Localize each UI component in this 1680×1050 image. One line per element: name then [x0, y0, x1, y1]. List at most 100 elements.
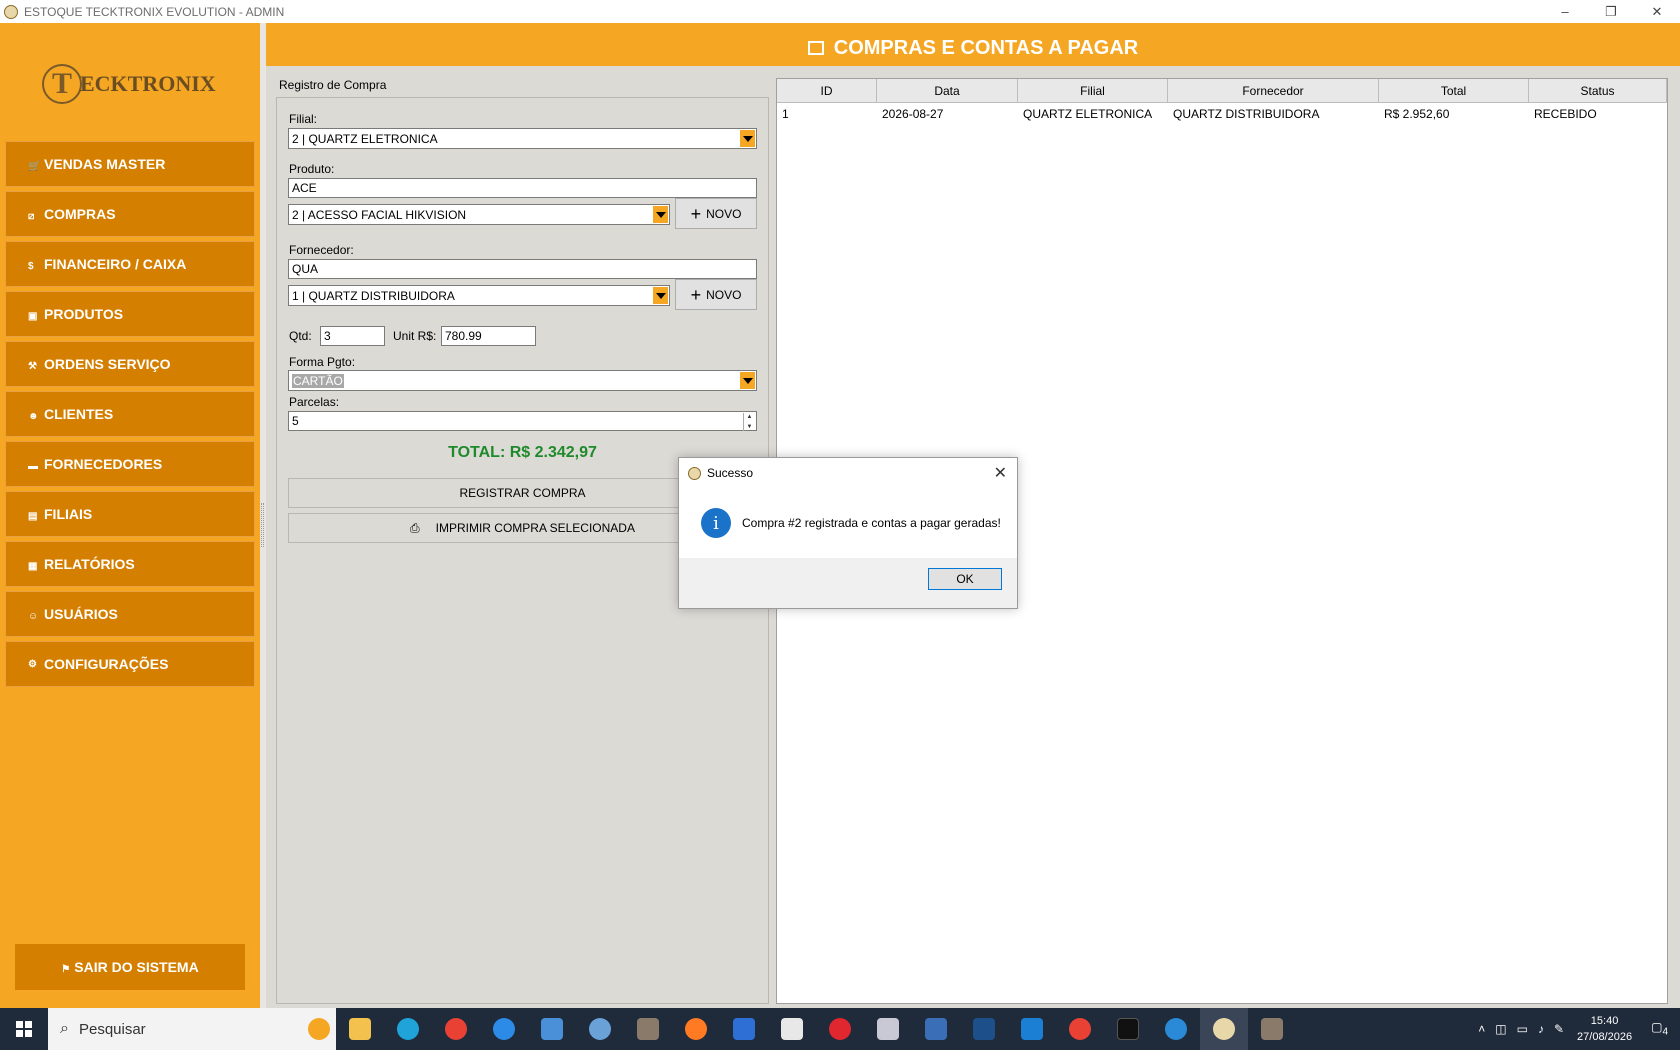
logo-text: ECKTRONIX	[80, 71, 216, 96]
clock-date: 27/08/2026	[1577, 1031, 1633, 1043]
ok-button[interactable]: OK	[928, 568, 1002, 590]
column-header[interactable]: Status	[1529, 79, 1667, 103]
fornecedor-label: Fornecedor:	[289, 243, 354, 257]
volume-icon[interactable]: ♪	[1538, 1022, 1544, 1036]
opera-icon[interactable]	[816, 1008, 864, 1050]
filial-label: Filial:	[289, 112, 318, 126]
tecktronix-app-icon[interactable]	[1200, 1008, 1248, 1050]
sidebar-item-vendas-master[interactable]: 🛒 VENDAS MASTER	[5, 141, 255, 187]
chrome-profile-icon[interactable]	[1056, 1008, 1104, 1050]
gimp-icon[interactable]	[624, 1008, 672, 1050]
ide-icon[interactable]	[960, 1008, 1008, 1050]
sidebar-item-filiais[interactable]: ▤ FILIAIS	[5, 491, 255, 537]
firefox-icon[interactable]	[672, 1008, 720, 1050]
sidebar-item-configuracoes[interactable]: ⚙ CONFIGURAÇÕES	[5, 641, 255, 687]
dialog-titlebar: Sucesso ✕	[679, 458, 1017, 488]
remote-icon[interactable]	[1008, 1008, 1056, 1050]
store-icon[interactable]	[528, 1008, 576, 1050]
edge-icon[interactable]	[384, 1008, 432, 1050]
paint-icon[interactable]	[864, 1008, 912, 1050]
cortana-icon[interactable]	[480, 1008, 528, 1050]
unit-price-input[interactable]: 780.99	[441, 326, 536, 346]
search-placeholder: Pesquisar	[78, 1020, 146, 1038]
qtd-input[interactable]: 3	[320, 326, 385, 346]
sidebar-item-financeiro[interactable]: $ FINANCEIRO / CAIXA	[5, 241, 255, 287]
restore-button[interactable]: ❐	[1588, 0, 1634, 23]
spin-arrows-icon[interactable]: ▲ ▼	[743, 413, 755, 431]
produto-label: Produto:	[289, 162, 335, 176]
building-icon: ▤	[28, 511, 38, 522]
sidebar-item-label: CONFIGURAÇÕES	[44, 656, 169, 672]
settings-gear-icon[interactable]	[576, 1008, 624, 1050]
chevron-down-icon[interactable]	[653, 206, 668, 223]
logout-button[interactable]: ⚑ SAIR DO SISTEMA	[15, 944, 245, 990]
people-icon: ☻	[28, 411, 39, 422]
filial-select-value: 2 | QUARTZ ELETRONICA	[292, 131, 438, 146]
page-title: COMPRAS E CONTAS A PAGAR	[833, 36, 1139, 59]
filial-select[interactable]: 2 | QUARTZ ELETRONICA	[288, 128, 757, 149]
fornecedor-search-input[interactable]: QUA	[288, 259, 757, 279]
novo-produto-button[interactable]: + NOVO	[675, 198, 757, 229]
chevron-down-icon[interactable]	[740, 372, 755, 389]
novo-label: NOVO	[706, 206, 742, 221]
column-header[interactable]: Filial	[1018, 79, 1168, 103]
notification-icon[interactable]: ▢4	[1651, 1020, 1668, 1037]
novo-fornecedor-button[interactable]: + NOVO	[675, 279, 757, 310]
sidebar-item-label: FORNECEDORES	[44, 456, 163, 472]
clock-time: 15:40	[1590, 1015, 1619, 1027]
column-header[interactable]: ID	[777, 79, 877, 103]
close-window-button[interactable]: ✕	[1634, 0, 1680, 23]
produto-search-input[interactable]: ACE	[288, 178, 757, 198]
sidebar-item-ordens-servico[interactable]: ⚒ ORDENS SERVIÇO	[5, 341, 255, 387]
gimp-icon[interactable]	[1248, 1008, 1296, 1050]
sidebar-item-usuarios[interactable]: ☺ USUÁRIOS	[5, 591, 255, 637]
weather-icon[interactable]	[308, 1018, 330, 1040]
qtd-label: Qtd:	[289, 329, 312, 343]
close-icon[interactable]: ✕	[994, 463, 1007, 483]
window-title: ESTOQUE TECKTRONIX EVOLUTION - ADMIN	[24, 4, 285, 19]
chrome-icon[interactable]	[432, 1008, 480, 1050]
chevron-up-icon[interactable]: ˄	[1478, 1022, 1485, 1036]
truck-icon: ▬	[28, 461, 38, 472]
sidebar-item-produtos[interactable]: ▣ PRODUTOS	[5, 291, 255, 337]
dialog-message: Compra #2 registrada e contas a pagar ge…	[742, 516, 1001, 530]
system-tray: ˄ ◫ ▭ ♪ ✎ 15:40 27/08/2026 ▢4	[1473, 1008, 1680, 1050]
start-button[interactable]	[0, 1008, 48, 1050]
chevron-down-icon[interactable]	[653, 287, 668, 304]
file-explorer-icon[interactable]	[336, 1008, 384, 1050]
terminal-icon[interactable]	[1104, 1008, 1152, 1050]
taskbar: ⌕ Pesquisar ˄ ◫ ▭ ♪ ✎ 15:40 27/08/2026 ▢…	[0, 1008, 1680, 1050]
minimize-button[interactable]: –	[1542, 0, 1588, 23]
column-header[interactable]: Fornecedor	[1168, 79, 1379, 103]
forma-pgto-label: Forma Pgto:	[289, 355, 356, 369]
forma-pgto-select[interactable]: CARTÃO	[288, 370, 757, 391]
document-icon[interactable]	[720, 1008, 768, 1050]
network-icon[interactable]: ▭	[1517, 1022, 1528, 1036]
sidebar-item-clientes[interactable]: ☻ CLIENTES	[5, 391, 255, 437]
parcelas-value: 5	[292, 414, 299, 428]
pen-icon[interactable]: ✎	[1554, 1022, 1564, 1036]
fornecedor-select[interactable]: 1 | QUARTZ DISTRIBUIDORA	[288, 285, 670, 306]
parcelas-spinbox[interactable]: 5 ▲ ▼	[288, 411, 757, 431]
exit-icon: ⚑	[61, 963, 71, 975]
python-icon[interactable]	[768, 1008, 816, 1050]
browser-icon[interactable]	[1152, 1008, 1200, 1050]
plus-icon: +	[690, 203, 702, 224]
camera-icon[interactable]: ◫	[1495, 1022, 1506, 1036]
sidebar-item-fornecedores[interactable]: ▬ FORNECEDORES	[5, 441, 255, 487]
tool-icon[interactable]	[912, 1008, 960, 1050]
sidebar-item-relatorios[interactable]: ▦ RELATÓRIOS	[5, 541, 255, 587]
column-header[interactable]: Total	[1379, 79, 1529, 103]
taskbar-search[interactable]: ⌕ Pesquisar	[48, 1008, 336, 1050]
info-icon: i	[701, 508, 731, 538]
chevron-down-icon[interactable]	[740, 130, 755, 147]
produto-select[interactable]: 2 | ACESSO FACIAL HIKVISION	[288, 204, 670, 225]
clock[interactable]: 15:40 27/08/2026	[1577, 1013, 1632, 1045]
table-row[interactable]: 1 2026-08-27 QUARTZ ELETRONICA QUARTZ DI…	[777, 103, 1667, 125]
group-title: Registro de Compra	[279, 78, 387, 92]
sidebar-item-label: FINANCEIRO / CAIXA	[44, 256, 187, 272]
column-header[interactable]: Data	[877, 79, 1018, 103]
logo-initial: T	[42, 64, 82, 104]
sidebar-item-compras[interactable]: ⧄ COMPRAS	[5, 191, 255, 237]
parcelas-label: Parcelas:	[289, 395, 340, 409]
